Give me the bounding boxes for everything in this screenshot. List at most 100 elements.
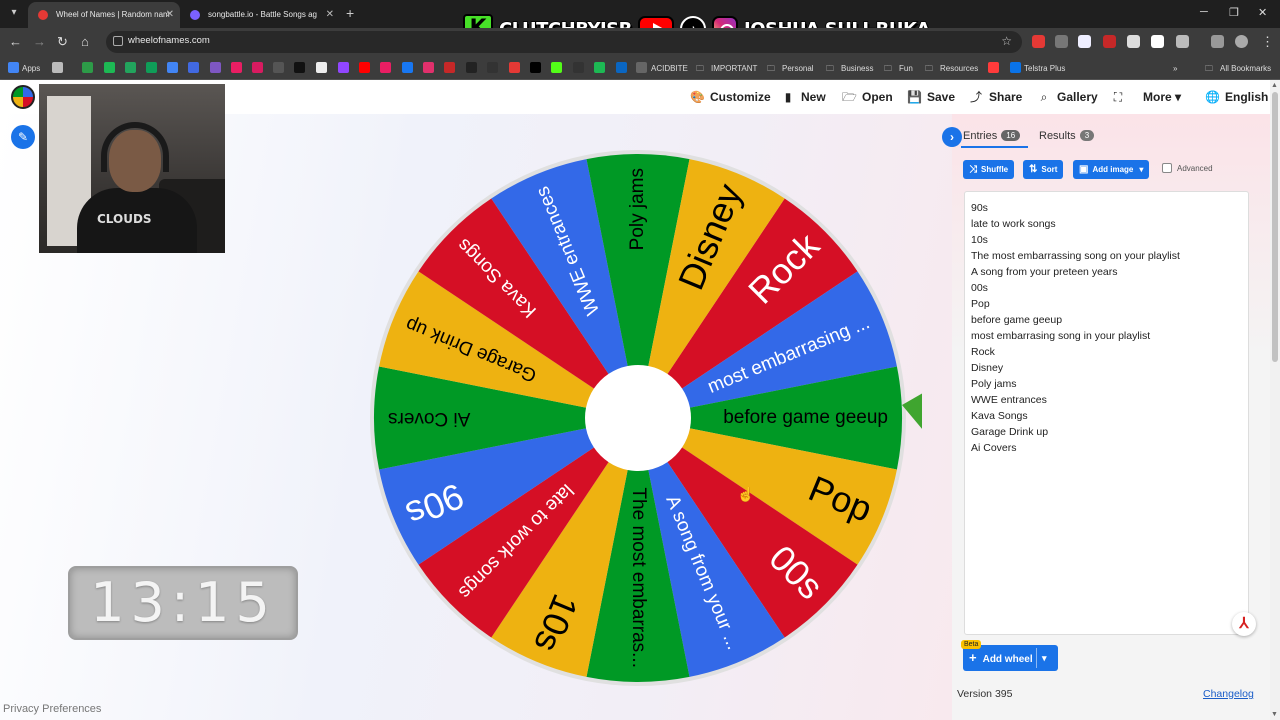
- bookmark-star-icon[interactable]: ☆: [1001, 34, 1012, 48]
- shuffle-button[interactable]: ⤨ Shuffle: [963, 160, 1015, 179]
- bookmark-icon[interactable]: [146, 62, 157, 73]
- twitch-bookmark-icon[interactable]: [338, 62, 349, 73]
- instagram-bookmark-icon[interactable]: [423, 62, 434, 73]
- entry-line: The most embarrassing song on your playl…: [971, 250, 1180, 262]
- bookmark-icon[interactable]: [231, 62, 242, 73]
- folder-icon: 🗀: [767, 64, 775, 73]
- more-bookmarks-icon[interactable]: »: [1173, 63, 1177, 74]
- browser-tab-wheel-of-names[interactable]: Wheel of Names | Random nam ✕: [28, 2, 180, 28]
- tab-entries[interactable]: Entries 16: [963, 130, 1021, 142]
- bookmark-icon[interactable]: [210, 62, 221, 73]
- close-window-icon[interactable]: ✕: [1258, 6, 1267, 19]
- reload-icon[interactable]: ↻: [57, 35, 68, 49]
- results-count-badge: 3: [1079, 130, 1095, 141]
- tab-search-icon[interactable]: ▾: [6, 5, 22, 21]
- back-icon[interactable]: ←: [9, 35, 22, 49]
- browser-tab-songbattle[interactable]: songbattle.io - Battle Songs ag ✕: [180, 2, 340, 28]
- entry-line: late to work songs: [971, 218, 1056, 230]
- bookmark-folder-important[interactable]: IMPORTANT: [711, 63, 757, 74]
- new-tab-button[interactable]: +: [346, 5, 354, 21]
- bookmark-icon[interactable]: [444, 62, 455, 73]
- media-icon[interactable]: [1211, 35, 1224, 48]
- gallery-button[interactable]: ⌕ Gallery: [1037, 90, 1098, 104]
- chevron-down-icon[interactable]: ▾: [1042, 645, 1047, 671]
- bookmark-folder-business[interactable]: Business: [841, 63, 873, 74]
- linkedin-bookmark-icon[interactable]: [616, 62, 627, 73]
- share-button[interactable]: ⤴ Share: [969, 90, 1022, 104]
- kick-bookmark-icon[interactable]: [551, 62, 562, 73]
- bookmark-folder-fun[interactable]: Fun: [899, 63, 913, 74]
- home-icon[interactable]: ⌂: [81, 35, 89, 49]
- page-scrollbar[interactable]: ▲ ▼: [1270, 80, 1280, 720]
- entry-line: Kava Songs: [971, 410, 1028, 422]
- bookmark-icon[interactable]: [509, 62, 520, 73]
- bookmark-icon[interactable]: [466, 62, 477, 73]
- bookmark-icon[interactable]: [988, 62, 999, 73]
- edit-pencil-button[interactable]: ✎: [11, 125, 35, 149]
- extension-icon[interactable]: [1078, 35, 1091, 48]
- more-menu-button[interactable]: More ▾: [1143, 90, 1181, 104]
- bookmark-icon[interactable]: [52, 62, 63, 73]
- restore-icon[interactable]: ❐: [1229, 6, 1239, 19]
- advanced-checkbox[interactable]: Advanced: [1162, 163, 1213, 173]
- bookmark-icon[interactable]: [573, 62, 584, 73]
- add-image-button[interactable]: ▣ Add image ▾: [1073, 160, 1150, 179]
- bookmark-icon[interactable]: [594, 62, 605, 73]
- fullscreen-button[interactable]: ⛶: [1111, 90, 1131, 104]
- bookmark-icon[interactable]: [380, 62, 391, 73]
- wheel-of-names-logo[interactable]: [11, 85, 35, 109]
- pdf-icon[interactable]: ⅄: [1232, 612, 1256, 636]
- extensions-puzzle-icon[interactable]: [1176, 35, 1189, 48]
- bookmark-acidbite[interactable]: ACIDBITE: [651, 63, 688, 74]
- facebook-bookmark-icon[interactable]: [402, 62, 413, 73]
- checkbox-icon[interactable]: [1162, 163, 1172, 173]
- all-bookmarks[interactable]: All Bookmarks: [1220, 63, 1271, 74]
- bookmark-icon[interactable]: [125, 62, 136, 73]
- changelog-link[interactable]: Changelog: [1203, 688, 1254, 700]
- wheel-center[interactable]: [585, 365, 691, 471]
- minimize-icon[interactable]: ─: [1200, 6, 1208, 18]
- wheel[interactable]: Rockmost embarrasing ...before game geeu…: [362, 140, 922, 700]
- bookmark-icon[interactable]: [487, 62, 498, 73]
- bookmark-folder-personal[interactable]: Personal: [782, 63, 814, 74]
- bookmark-icon[interactable]: [167, 62, 178, 73]
- bookmark-icon[interactable]: [316, 62, 327, 73]
- bookmark-icon[interactable]: [104, 62, 115, 73]
- pdf-extension-icon[interactable]: [1103, 35, 1116, 48]
- tab-results[interactable]: Results 3: [1039, 130, 1095, 142]
- site-info-icon[interactable]: [113, 36, 123, 46]
- profile-avatar-icon[interactable]: [1235, 35, 1248, 48]
- privacy-preferences-link[interactable]: Privacy Preferences: [3, 703, 101, 715]
- x-bookmark-icon[interactable]: [530, 62, 541, 73]
- adblock-extension-icon[interactable]: [1032, 35, 1045, 48]
- bookmark-icon[interactable]: [252, 62, 263, 73]
- extension-icon[interactable]: [1055, 35, 1068, 48]
- folder-icon: 🗀: [925, 64, 933, 73]
- bookmark-telstra-plus[interactable]: Telstra Plus: [1024, 63, 1065, 74]
- youtube-bookmark-icon[interactable]: [359, 62, 370, 73]
- close-tab-icon[interactable]: ✕: [166, 2, 174, 28]
- address-bar[interactable]: wheelofnames.com ☆: [106, 31, 1022, 53]
- bookmark-folder-resources[interactable]: Resources: [940, 63, 978, 74]
- bookmark-icon[interactable]: [188, 62, 199, 73]
- extension-icon[interactable]: [1151, 35, 1164, 48]
- close-tab-icon[interactable]: ✕: [326, 2, 334, 28]
- bookmark-icon[interactable]: [273, 62, 284, 73]
- entries-textarea[interactable]: 90s late to work songs 10s The most emba…: [964, 191, 1256, 636]
- bookmark-icon[interactable]: [82, 62, 93, 73]
- language-button[interactable]: 🌐 English: [1205, 90, 1268, 104]
- scroll-down-icon[interactable]: ▼: [1271, 711, 1278, 718]
- sort-button[interactable]: ⇅ Sort: [1023, 160, 1064, 179]
- extension-icon[interactable]: [1127, 35, 1140, 48]
- forward-icon[interactable]: →: [33, 35, 46, 49]
- save-button[interactable]: 💾 Save: [907, 90, 955, 104]
- new-button[interactable]: ▮ New: [781, 90, 826, 104]
- tiktok-bookmark-icon[interactable]: [294, 62, 305, 73]
- menu-kebab-icon[interactable]: ⋮: [1261, 35, 1274, 49]
- customize-button[interactable]: 🎨 Customize: [690, 90, 771, 104]
- bookmark-apps[interactable]: Apps: [22, 63, 40, 74]
- scroll-up-icon[interactable]: ▲: [1271, 82, 1278, 89]
- open-button[interactable]: 🗁 Open: [842, 90, 893, 104]
- bookmark-icon[interactable]: [636, 62, 647, 73]
- scrollbar-thumb[interactable]: [1272, 92, 1278, 362]
